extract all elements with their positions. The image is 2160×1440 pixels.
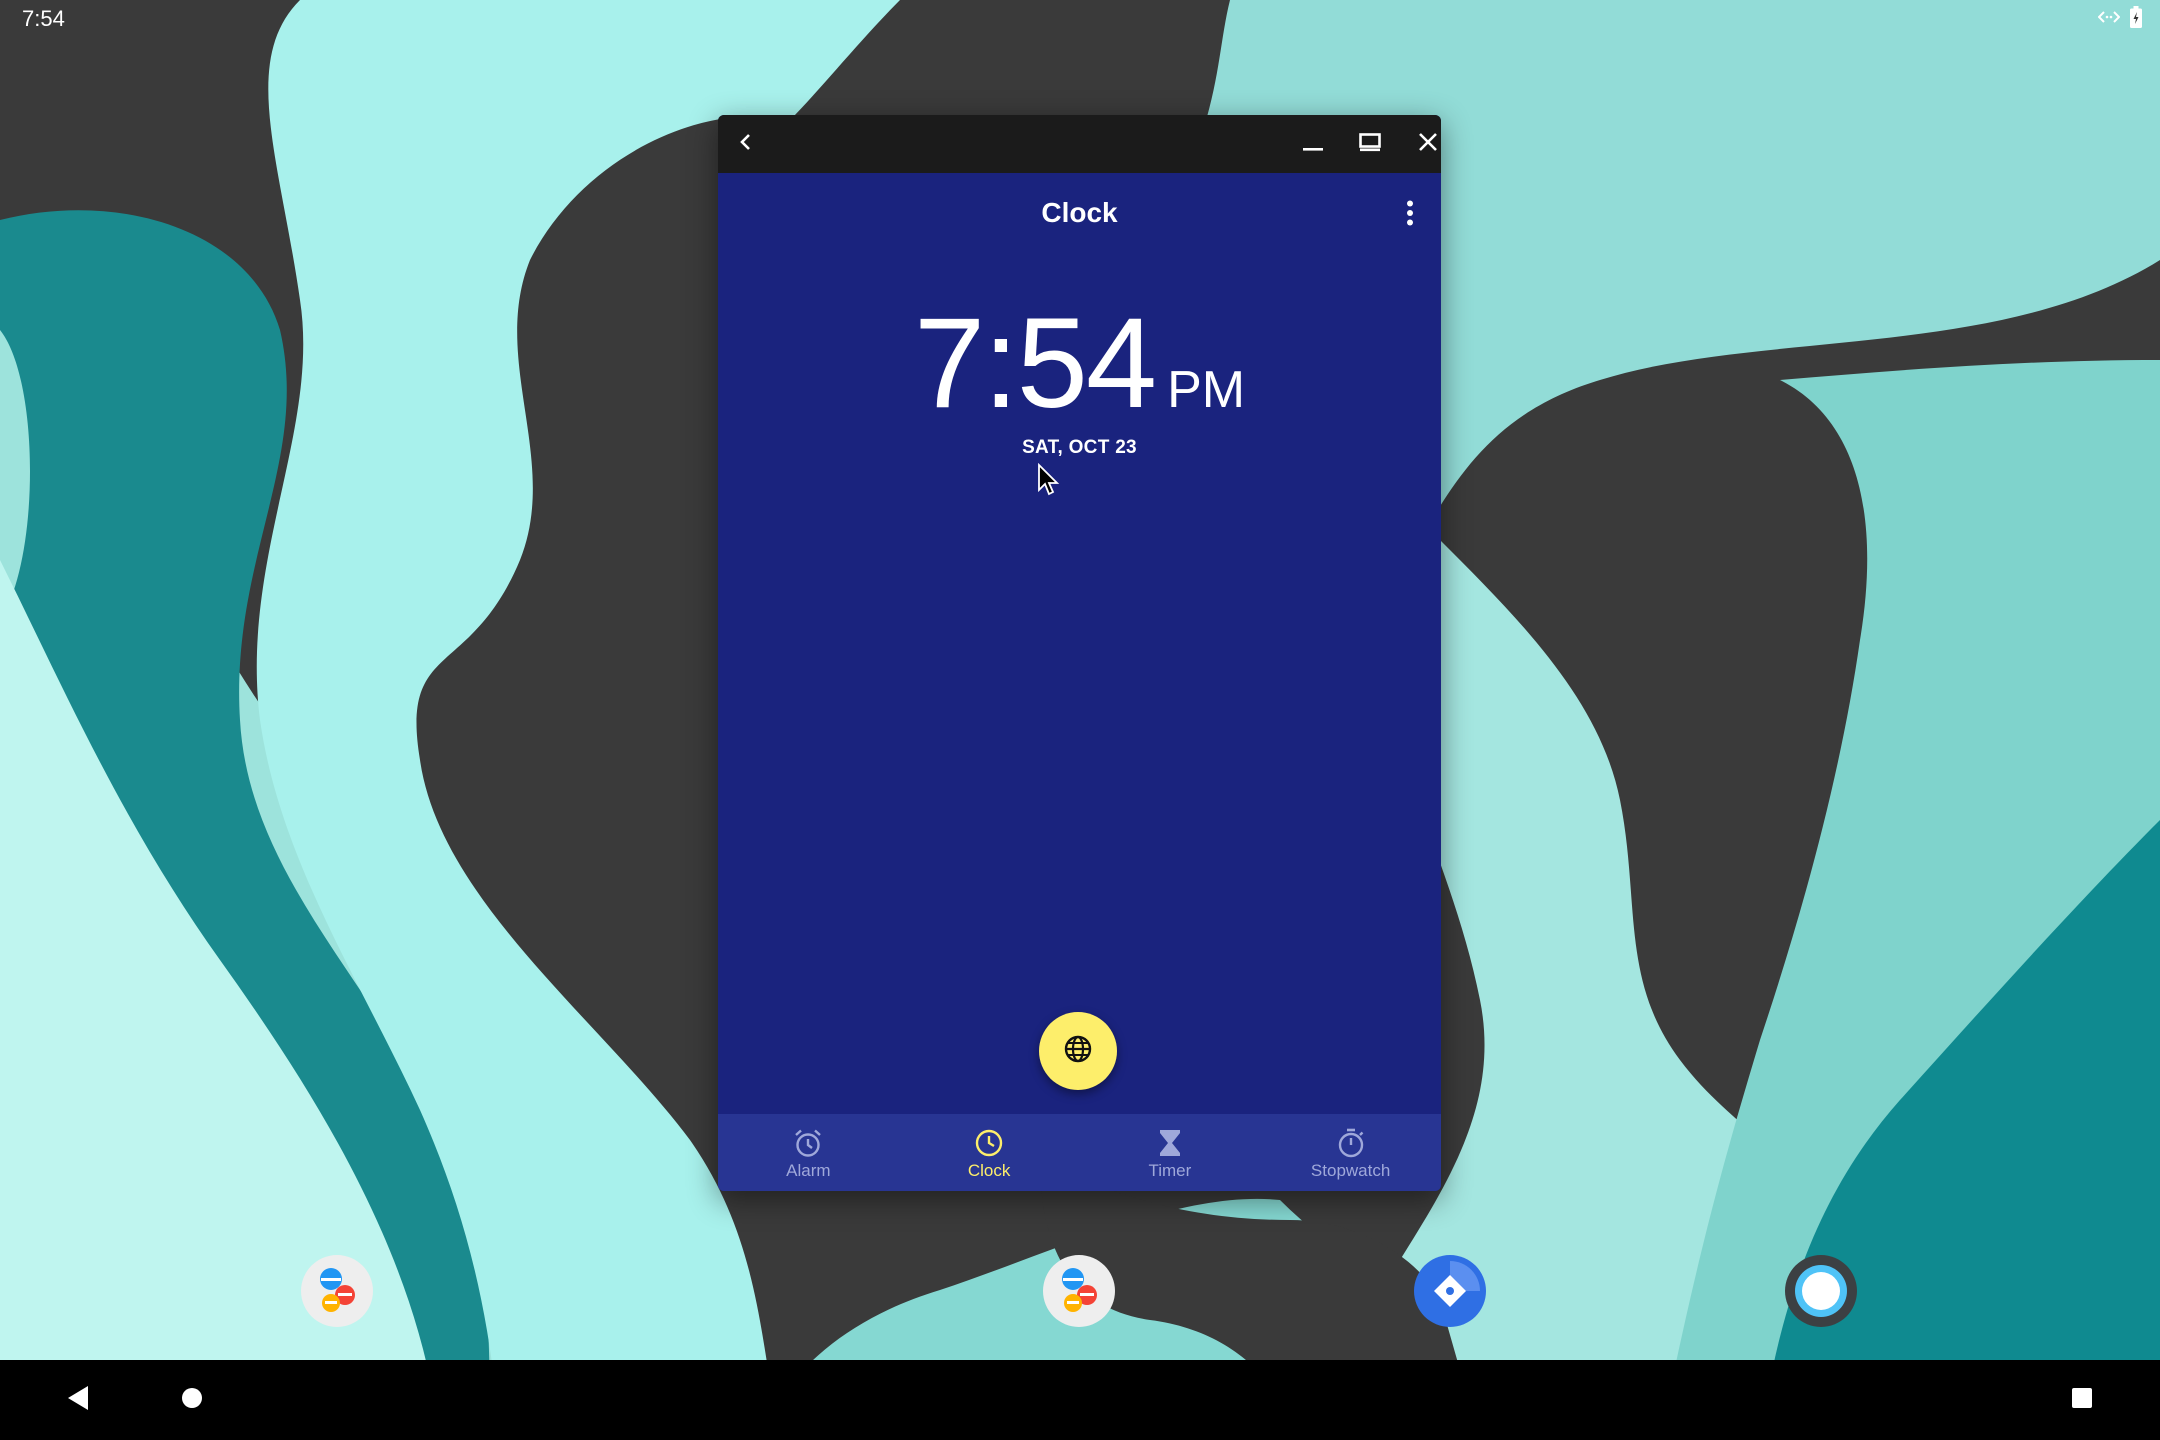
- tab-alarm[interactable]: Alarm: [718, 1114, 899, 1191]
- people-app-icon: [1043, 1268, 1115, 1331]
- navigation-app-icon: [1414, 1261, 1486, 1331]
- globe-icon: [1063, 1034, 1093, 1069]
- bottom-navigation: Alarm Clock Timer Stopwatch: [718, 1114, 1441, 1191]
- dock-app-circle[interactable]: [1785, 1255, 1857, 1327]
- minimize-button[interactable]: [1293, 124, 1333, 164]
- minimize-icon: [1302, 131, 1324, 158]
- chevron-left-icon: [736, 132, 756, 157]
- tab-stopwatch-label: Stopwatch: [1310, 1160, 1391, 1180]
- clock-ampm: PM: [1167, 361, 1246, 419]
- people-app-icon: [301, 1268, 373, 1331]
- alarm-icon: [792, 1125, 824, 1161]
- stopwatch-icon: [1335, 1125, 1367, 1161]
- dock-app-navigation[interactable]: [1414, 1255, 1486, 1327]
- circle-home-icon: [181, 1387, 203, 1414]
- system-back-button[interactable]: [56, 1378, 100, 1422]
- dock-app-people-2[interactable]: [1043, 1255, 1115, 1327]
- tab-timer-label: Timer: [1148, 1160, 1192, 1180]
- clock-icon: [973, 1125, 1005, 1161]
- hourglass-icon: [1157, 1125, 1183, 1161]
- more-vert-icon: [1406, 200, 1414, 231]
- tab-stopwatch[interactable]: Stopwatch: [1260, 1114, 1441, 1191]
- clock-app-window: Clock 7:54 PM SAT, OCT 23 Alarm Clock Ti…: [718, 115, 1441, 1191]
- tab-clock-label: Clock: [967, 1160, 1011, 1180]
- clock-date: SAT, OCT 23: [1022, 437, 1137, 458]
- status-bar-icons: [2097, 6, 2142, 33]
- circle-app-icon: [1785, 1265, 1857, 1331]
- tab-clock[interactable]: Clock: [899, 1114, 1080, 1191]
- close-button[interactable]: [1408, 124, 1441, 164]
- back-button[interactable]: [726, 124, 766, 164]
- tab-timer[interactable]: Timer: [1080, 1114, 1261, 1191]
- dock-app-people-1[interactable]: [301, 1255, 373, 1327]
- data-transfer-icon: [2097, 10, 2121, 29]
- window-caption-bar[interactable]: [718, 115, 1441, 173]
- close-icon: [1418, 132, 1438, 157]
- triangle-back-icon: [66, 1385, 90, 1416]
- status-bar-time: 7:54: [22, 6, 65, 31]
- maximize-button[interactable]: [1350, 124, 1390, 164]
- battery-charging-icon: [2130, 6, 2142, 33]
- tab-alarm-label: Alarm: [786, 1160, 831, 1180]
- add-city-fab[interactable]: [1039, 1012, 1117, 1090]
- system-home-button[interactable]: [170, 1378, 214, 1422]
- app-title: Clock: [1041, 197, 1118, 228]
- maximize-icon: [1359, 132, 1381, 157]
- square-overview-icon: [2071, 1387, 2093, 1414]
- system-overview-button[interactable]: [2060, 1378, 2104, 1422]
- digital-clock: 7:54 PM: [718, 290, 1441, 437]
- system-navigation-bar: [0, 1360, 2160, 1440]
- clock-time-value: 7:54: [913, 292, 1157, 435]
- overflow-menu-button[interactable]: [1395, 195, 1425, 235]
- mouse-cursor-icon: [1037, 462, 1061, 502]
